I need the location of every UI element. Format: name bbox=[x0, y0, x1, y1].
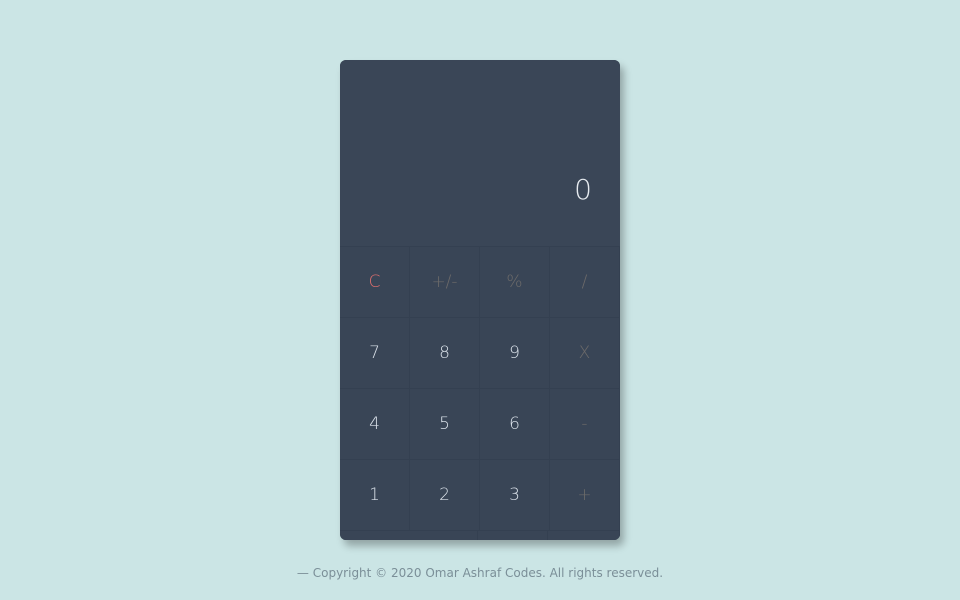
add-button[interactable]: + bbox=[550, 459, 620, 530]
divide-button[interactable]: / bbox=[550, 246, 620, 317]
multiply-button[interactable]: X bbox=[550, 317, 620, 388]
clear-button[interactable]: C bbox=[340, 246, 410, 317]
digit-4-button[interactable]: 4 bbox=[340, 388, 410, 459]
calculator-display: 0 bbox=[340, 60, 620, 246]
decimal-button[interactable]: . bbox=[478, 530, 548, 540]
digit-7-button[interactable]: 7 bbox=[340, 317, 410, 388]
digit-8-button[interactable]: 8 bbox=[410, 317, 480, 388]
display-value: 0 bbox=[574, 173, 592, 206]
equals-button[interactable]: = bbox=[548, 530, 620, 540]
digit-9-button[interactable]: 9 bbox=[480, 317, 550, 388]
digit-2-button[interactable]: 2 bbox=[410, 459, 480, 530]
plus-minus-button[interactable]: +/- bbox=[410, 246, 480, 317]
footer-copyright: — Copyright © 2020 Omar Ashraf Codes. Al… bbox=[296, 566, 664, 580]
digit-1-button[interactable]: 1 bbox=[340, 459, 410, 530]
digit-3-button[interactable]: 3 bbox=[480, 459, 550, 530]
digit-0-button[interactable]: 0 bbox=[340, 530, 478, 540]
calculator: 0 C +/- % / 7 8 9 X 4 5 6 - 1 2 3 + 0 . … bbox=[340, 60, 620, 540]
percent-button[interactable]: % bbox=[480, 246, 550, 317]
subtract-button[interactable]: - bbox=[550, 388, 620, 459]
digit-5-button[interactable]: 5 bbox=[410, 388, 480, 459]
digit-6-button[interactable]: 6 bbox=[480, 388, 550, 459]
